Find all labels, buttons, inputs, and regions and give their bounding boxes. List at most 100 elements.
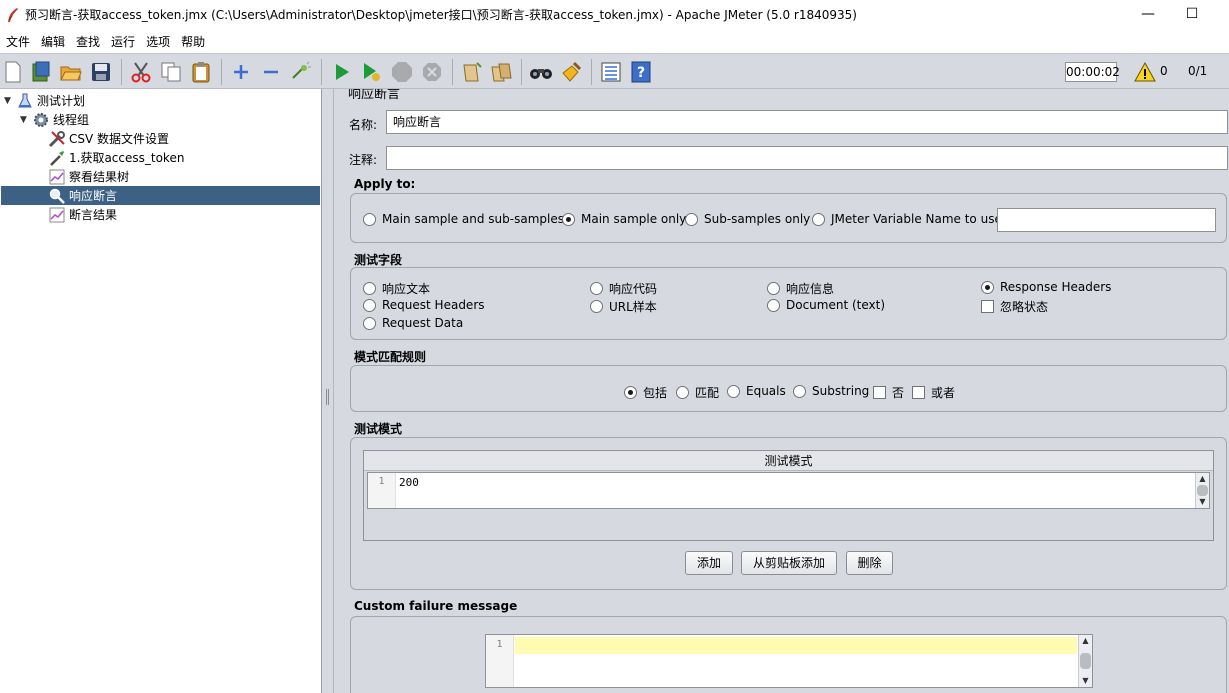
pattern-value[interactable]: 200	[399, 476, 419, 489]
menu-file[interactable]: 文件	[6, 33, 30, 50]
radio-main-only[interactable]: Main sample only	[562, 212, 686, 226]
help-icon[interactable]: ?	[629, 60, 653, 84]
radio-dot[interactable]	[812, 212, 825, 226]
checkbox-box[interactable]	[873, 386, 886, 399]
name-field[interactable]: 响应断言	[386, 110, 1228, 134]
save-icon[interactable]	[89, 60, 113, 84]
radio-dot[interactable]	[981, 280, 994, 294]
tree-item-view-results-tree[interactable]: 察看结果树	[48, 167, 129, 186]
open-icon[interactable]	[59, 60, 83, 84]
warning-count: 0	[1160, 64, 1168, 78]
variable-name-field[interactable]	[997, 208, 1216, 232]
start-icon[interactable]	[330, 60, 354, 84]
wrench-icon	[48, 130, 66, 148]
toggle-icon[interactable]	[289, 60, 313, 84]
radio-url-sampled[interactable]: URL样本	[590, 298, 657, 315]
radio-dot[interactable]	[767, 298, 780, 312]
failure-message-editor[interactable]: 1 ▲ ▼	[485, 634, 1093, 688]
radio-response-headers[interactable]: Response Headers	[981, 280, 1111, 294]
radio-dot[interactable]	[676, 386, 689, 399]
scroll-up-icon[interactable]: ▲	[1196, 473, 1209, 485]
scroll-down-icon[interactable]: ▼	[1079, 675, 1092, 687]
radio-contains[interactable]: 包括	[624, 384, 667, 401]
pattern-scrollbar[interactable]: ▲ ▼	[1195, 473, 1209, 508]
radio-main-and-sub[interactable]: Main sample and sub-samples	[363, 212, 564, 226]
radio-response-code[interactable]: 响应代码	[590, 280, 657, 297]
add-button[interactable]: 添加	[685, 551, 733, 575]
search-icon[interactable]	[529, 60, 553, 84]
tree-item-http-request[interactable]: 1.获取access_token	[48, 148, 184, 167]
radio-dot[interactable]	[363, 282, 376, 295]
radio-dot[interactable]	[767, 282, 780, 295]
radio-response-text[interactable]: 响应文本	[363, 280, 430, 297]
radio-dot[interactable]	[590, 300, 603, 313]
cut-icon[interactable]	[129, 60, 153, 84]
minimize-button[interactable]: —	[1128, 4, 1168, 24]
menu-run[interactable]: 运行	[111, 33, 135, 50]
radio-dot[interactable]	[793, 384, 806, 398]
radio-dot[interactable]	[685, 212, 698, 226]
clear-all-icon[interactable]	[489, 60, 513, 84]
tree-item-response-assertion[interactable]: 响应断言	[1, 186, 320, 205]
radio-dot[interactable]	[363, 212, 376, 226]
radio-equals[interactable]: Equals	[727, 384, 786, 398]
shutdown-icon[interactable]	[420, 60, 444, 84]
clear-icon[interactable]	[459, 60, 483, 84]
tree-item-thread-group[interactable]: ▼ 线程组	[20, 110, 89, 129]
radio-dot[interactable]	[624, 386, 637, 399]
radio-dot[interactable]	[363, 298, 376, 312]
split-pane-divider[interactable]	[322, 89, 334, 693]
expand-arrow-icon[interactable]: ▼	[20, 115, 32, 125]
radio-dot[interactable]	[363, 316, 376, 330]
reset-search-icon[interactable]	[559, 60, 583, 84]
comment-field[interactable]	[386, 146, 1228, 170]
radio-document-text[interactable]: Document (text)	[767, 298, 885, 312]
tree-item-test-plan[interactable]: ▼ 测试计划	[4, 91, 85, 110]
tree-item-assertion-results[interactable]: 断言结果	[48, 205, 117, 224]
elapsed-timer: 00:00:02	[1065, 62, 1120, 82]
tree-item-label: 1.获取access_token	[69, 151, 185, 165]
new-icon[interactable]	[1, 60, 25, 84]
copy-icon[interactable]	[159, 60, 183, 84]
delete-button[interactable]: 删除	[846, 551, 893, 575]
checkbox-box[interactable]	[981, 300, 994, 313]
menu-options[interactable]: 选项	[146, 33, 170, 50]
maximize-button[interactable]: ☐	[1172, 4, 1212, 24]
failure-scrollbar[interactable]: ▲ ▼	[1078, 635, 1092, 687]
menu-edit[interactable]: 编辑	[41, 33, 65, 50]
tree-item-label: 断言结果	[69, 208, 118, 222]
ignore-status-checkbox[interactable]: 忽略状态	[981, 298, 1048, 315]
divider-grip[interactable]	[326, 389, 329, 405]
radio-jmeter-variable[interactable]: JMeter Variable Name to use	[812, 212, 1002, 226]
menu-search[interactable]: 查找	[76, 33, 100, 50]
radio-request-data[interactable]: Request Data	[363, 316, 463, 330]
scroll-thumb[interactable]	[1080, 653, 1091, 669]
not-checkbox[interactable]: 否	[873, 384, 904, 401]
templates-icon[interactable]	[29, 60, 53, 84]
start-no-pauses-icon[interactable]	[360, 60, 384, 84]
collapse-icon[interactable]	[259, 60, 283, 84]
function-helper-icon[interactable]	[599, 60, 623, 84]
radio-dot[interactable]	[727, 384, 740, 398]
checkbox-box[interactable]	[912, 386, 925, 399]
expand-icon[interactable]	[229, 60, 253, 84]
scroll-thumb[interactable]	[1197, 485, 1208, 496]
menu-help[interactable]: 帮助	[181, 33, 205, 50]
radio-sub-only[interactable]: Sub-samples only	[685, 212, 810, 226]
expand-arrow-icon[interactable]: ▼	[4, 96, 16, 106]
or-checkbox[interactable]: 或者	[912, 384, 955, 401]
radio-dot[interactable]	[562, 212, 575, 226]
warning-icon[interactable]	[1133, 60, 1157, 84]
radio-matches[interactable]: 匹配	[676, 384, 719, 401]
stop-icon[interactable]	[390, 60, 414, 84]
tree-item-csv-data-set[interactable]: CSV 数据文件设置	[48, 129, 169, 148]
scroll-down-icon[interactable]: ▼	[1196, 496, 1209, 508]
paste-icon[interactable]	[189, 60, 213, 84]
radio-response-message[interactable]: 响应信息	[767, 280, 834, 297]
pattern-editor[interactable]: 1 200 ▲ ▼	[367, 472, 1210, 509]
scroll-up-icon[interactable]: ▲	[1079, 635, 1092, 647]
add-from-clipboard-button[interactable]: 从剪贴板添加	[741, 551, 837, 575]
radio-dot[interactable]	[590, 282, 603, 295]
radio-request-headers[interactable]: Request Headers	[363, 298, 485, 312]
radio-substring[interactable]: Substring	[793, 384, 869, 398]
